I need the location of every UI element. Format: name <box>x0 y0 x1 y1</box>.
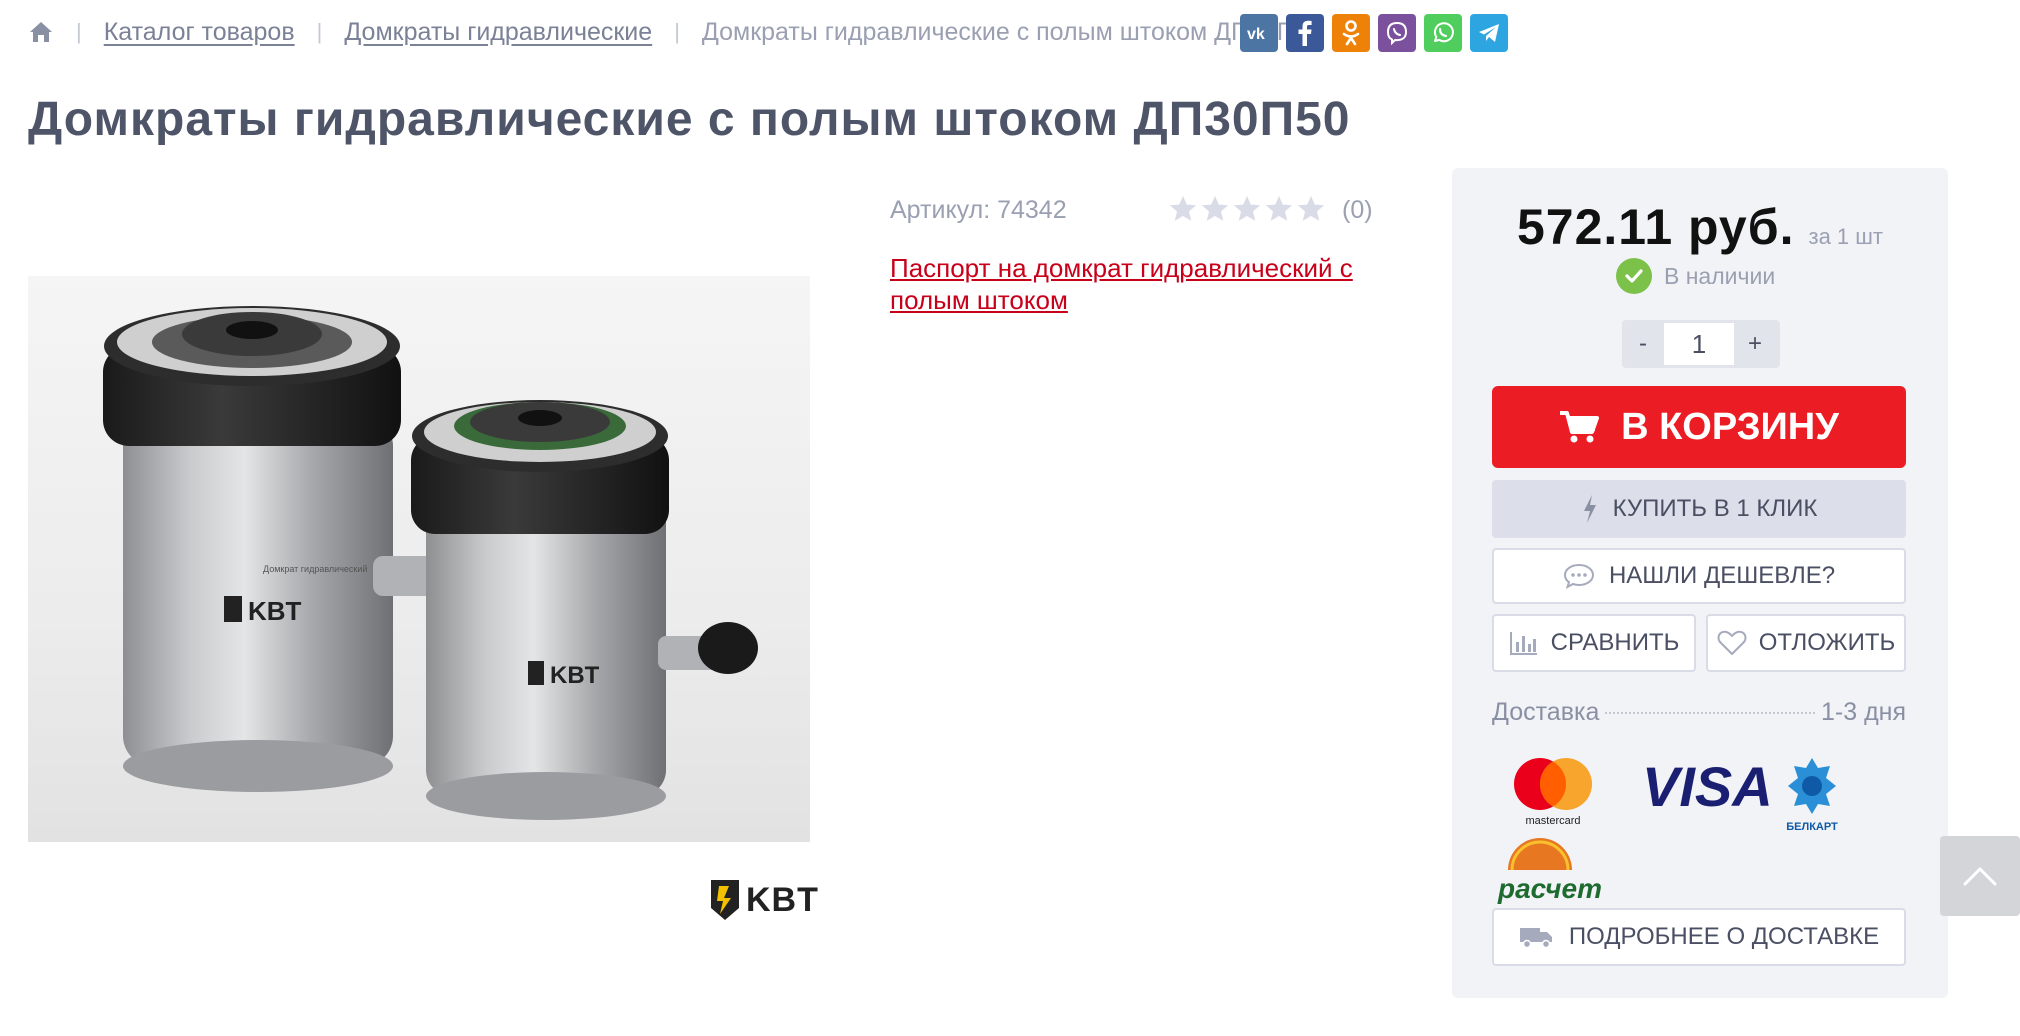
brand-name: KBT <box>746 880 819 919</box>
found-cheaper-button[interactable]: НАШЛИ ДЕШЕВЛЕ? <box>1492 548 1906 604</box>
heart-icon <box>1717 630 1747 655</box>
cart-icon <box>1560 411 1600 443</box>
truck-icon <box>1519 928 1552 949</box>
delivery-dots <box>1605 712 1815 714</box>
svg-text:vk: vk <box>1247 26 1265 41</box>
mastercard-icon: mastercard <box>1514 758 1592 827</box>
product-photo[interactable]: KBT KBT Домкрат гидравлический <box>28 276 810 842</box>
viber-icon[interactable] <box>1378 14 1416 52</box>
qty-plus-button[interactable]: + <box>1734 330 1776 358</box>
star-icon[interactable] <box>1264 194 1294 224</box>
star-icon[interactable] <box>1168 194 1198 224</box>
breadcrumb-current: Домкраты гидравлические с полым штоком Д… <box>701 17 1323 46</box>
raschet-text: расчет <box>1497 873 1602 904</box>
qty-input[interactable] <box>1664 323 1734 365</box>
home-icon[interactable] <box>28 19 54 45</box>
price: 572.11 руб. <box>1516 199 1795 255</box>
product-sku: Артикул: 74342 <box>890 196 1067 224</box>
visa-icon: VISA <box>1642 755 1773 818</box>
wishlist-label: ОТЛОЖИТЬ <box>1758 629 1896 656</box>
bar-chart-icon <box>1509 632 1537 655</box>
star-icon[interactable] <box>1200 194 1230 224</box>
scroll-to-top-button[interactable] <box>1940 836 2020 916</box>
found-cheaper-label: НАШЛИ ДЕШЕВЛЕ? <box>1608 562 1836 589</box>
one-click-label: КУПИТЬ В 1 КЛИК <box>1612 495 1818 522</box>
brand-logo[interactable]: KBT <box>708 878 819 922</box>
delivery-details-label: ПОДРОБНЕЕ О ДОСТАВКЕ <box>1568 923 1880 950</box>
svg-text:KBT: KBT <box>248 596 302 626</box>
delivery-value: 1-3 дня <box>1820 698 1906 726</box>
page-title: Домкраты гидравлические с полым штоком Д… <box>28 93 1351 146</box>
delivery-details-button[interactable]: ПОДРОБНЕЕ О ДОСТАВКЕ <box>1492 908 1906 966</box>
breadcrumb: | Каталог товаров | Домкраты гидравличес… <box>28 14 1323 50</box>
brand-shield-icon <box>711 880 739 920</box>
telegram-icon[interactable] <box>1470 14 1508 52</box>
one-click-buy-button[interactable]: КУПИТЬ В 1 КЛИК <box>1492 480 1906 538</box>
stock-status: В наличии <box>1616 258 1775 294</box>
stock-label: В наличии <box>1664 262 1776 289</box>
breadcrumb-link-catalog[interactable]: Каталог товаров <box>104 18 295 47</box>
wishlist-button[interactable]: ОТЛОЖИТЬ <box>1706 614 1906 672</box>
social-share: vk <box>1240 14 1508 52</box>
svg-text:KBT: KBT <box>550 662 600 689</box>
facebook-icon[interactable] <box>1286 14 1324 52</box>
mastercard-text: mastercard <box>1525 815 1580 827</box>
chevron-up-icon <box>1963 867 1997 886</box>
delivery-label: Доставка <box>1492 698 1600 726</box>
photo-label: Домкрат гидравлический <box>263 564 367 574</box>
add-to-cart-button[interactable]: В КОРЗИНУ <box>1492 386 1906 468</box>
star-icon[interactable] <box>1296 194 1326 224</box>
qty-minus-button[interactable]: - <box>1622 330 1664 358</box>
lightning-icon <box>1583 495 1596 523</box>
check-icon <box>1616 258 1652 294</box>
breadcrumb-separator: | <box>76 19 82 44</box>
delivery-info: Доставка 1-3 дня <box>1492 698 1906 727</box>
compare-button[interactable]: СРАВНИТЬ <box>1492 614 1696 672</box>
breadcrumb-separator: | <box>674 19 680 44</box>
price-unit: за 1 шт <box>1808 224 1884 249</box>
belkart-text: БЕЛКАРТ <box>1786 821 1838 833</box>
breadcrumb-separator: | <box>316 19 323 44</box>
breadcrumb-link-jacks[interactable]: Домкраты гидравлические <box>344 18 652 47</box>
vk-icon[interactable]: vk <box>1240 14 1278 52</box>
passport-link[interactable]: Паспорт на домкрат гидравлический с полы… <box>890 252 1390 316</box>
buy-box: 572.11 руб. за 1 шт В наличии - + В КОРЗ… <box>1452 168 1948 998</box>
chat-icon <box>1563 563 1594 589</box>
reviews-count[interactable]: (0) <box>1342 196 1373 225</box>
cart-label: В КОРЗИНУ <box>1621 405 1839 448</box>
odnoklassniki-icon[interactable] <box>1332 14 1370 52</box>
whatsapp-icon[interactable] <box>1424 14 1462 52</box>
payment-methods: mastercard VISA БЕЛКАРТ расчет <box>1452 752 1948 922</box>
rating-stars[interactable] <box>1168 194 1326 224</box>
belkart-icon: БЕЛКАРТ <box>1786 758 1838 833</box>
raschet-icon: расчет <box>1497 838 1602 904</box>
price-row: 572.11 руб. за 1 шт <box>1452 198 1948 256</box>
star-icon[interactable] <box>1232 194 1262 224</box>
quantity-stepper: - + <box>1622 320 1780 368</box>
compare-label: СРАВНИТЬ <box>1550 629 1680 656</box>
